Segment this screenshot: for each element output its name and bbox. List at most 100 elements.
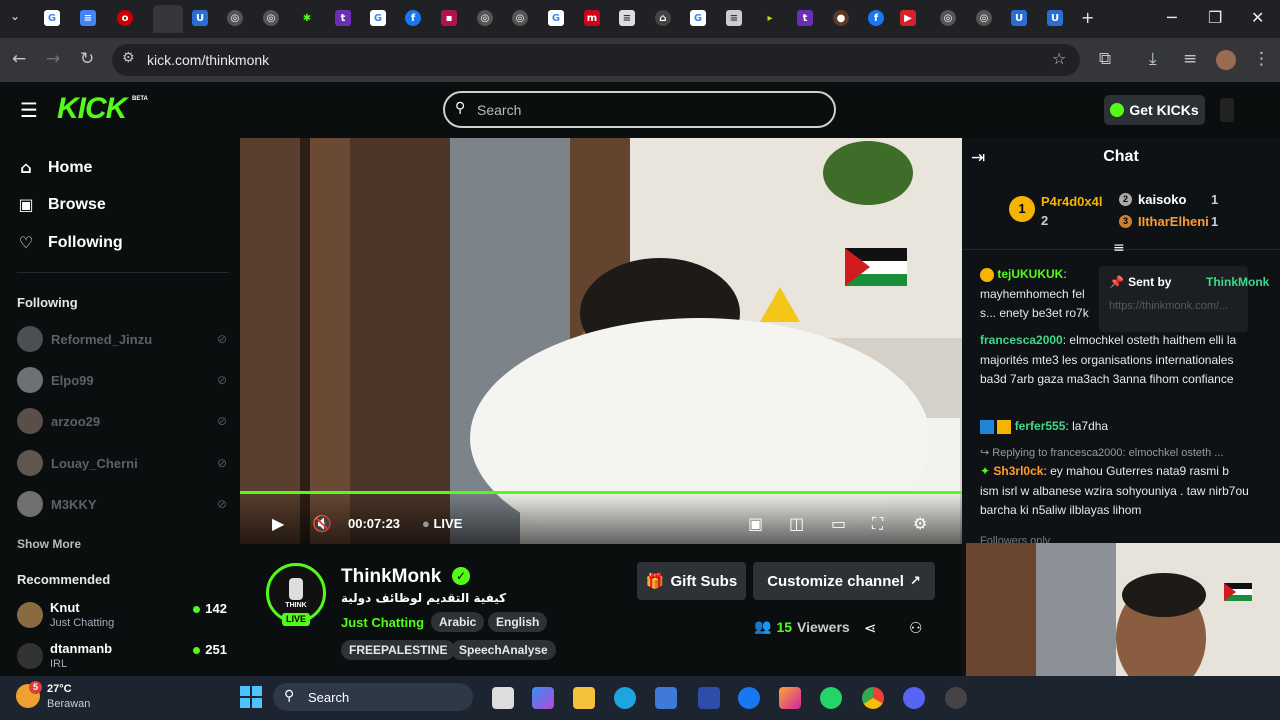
customize-channel-button[interactable]: Customize channel ↗	[753, 562, 935, 600]
filter-icon[interactable]: ≡	[1113, 240, 1125, 256]
file-explorer-icon[interactable]	[573, 687, 595, 709]
chat-username[interactable]: tejUKUKUK	[997, 267, 1063, 281]
address-bar[interactable]: ⚙ kick.com/thinkmonk ☆	[112, 44, 1080, 76]
chat-username[interactable]: francesca2000	[980, 333, 1063, 347]
tab-twitch-icon[interactable]: t	[797, 10, 813, 26]
following-channel[interactable]: arzoo29 ⊘	[17, 407, 227, 435]
instagram-icon[interactable]	[779, 687, 801, 709]
tab-globe-icon[interactable]: ◎	[976, 10, 992, 26]
video-player[interactable]: ▶ 🔇 00:07:23 ● LIVE ▣ ◫ ▭ ⛶ ⚙	[240, 138, 962, 544]
tab-opera-icon[interactable]: o	[117, 10, 133, 26]
tag-speechanalyse[interactable]: SpeechAnalyse	[451, 640, 556, 660]
bookmark-star-icon[interactable]: ☆	[1052, 49, 1066, 68]
pinned-message[interactable]: 📌 Sent by ThinkMonk https://thinkmonk.co…	[1099, 266, 1269, 332]
recommended-channel[interactable]: dtanmanb IRL 251	[17, 641, 227, 677]
tab-puzzle-icon[interactable]: ✱	[299, 10, 315, 26]
clip-icon[interactable]: ◫	[789, 514, 804, 533]
tab-docs-icon[interactable]: ≡	[80, 10, 96, 26]
tab-app-icon[interactable]: ⌂	[655, 10, 671, 26]
following-channel[interactable]: M3KKY ⊘	[17, 490, 227, 518]
mute-icon[interactable]: 🔇	[312, 514, 332, 533]
whatsapp-icon[interactable]	[820, 687, 842, 709]
media-icon[interactable]: ≡	[1183, 49, 1197, 69]
gifter-name[interactable]: kaisoko	[1138, 192, 1186, 207]
pinned-user[interactable]: ThinkMonk	[1206, 275, 1269, 289]
get-kicks-button[interactable]: Get KICKs	[1104, 95, 1205, 125]
sidebar-item-home[interactable]: ⌂ Home	[17, 158, 92, 177]
tab-unobs-icon[interactable]: U	[1047, 10, 1063, 26]
tab-twitch-icon[interactable]: t	[335, 10, 351, 26]
tab-facebook-icon[interactable]: f	[868, 10, 884, 26]
app-l-icon[interactable]	[698, 687, 720, 709]
reload-icon[interactable]: ↻	[80, 49, 94, 69]
following-channel[interactable]: Reformed_Jinzu ⊘	[17, 325, 227, 353]
tab-app-icon[interactable]: ▸	[762, 10, 778, 26]
tab-app-icon[interactable]: m	[584, 10, 600, 26]
close-icon[interactable]: ✕	[1251, 8, 1264, 27]
url-text[interactable]: kick.com/thinkmonk	[147, 52, 269, 68]
minimize-icon[interactable]: ─	[1167, 8, 1177, 27]
tag-english[interactable]: English	[488, 612, 548, 632]
store-icon[interactable]	[655, 687, 677, 709]
tab-youtube-icon[interactable]: ▶	[900, 10, 916, 26]
channel-name[interactable]: ThinkMonk	[341, 566, 441, 588]
task-view-icon[interactable]	[492, 687, 514, 709]
tab-news-icon[interactable]: ≡	[726, 10, 742, 26]
fullscreen-icon[interactable]: ⛶	[872, 514, 883, 534]
tab-globe-icon[interactable]: ◎	[940, 10, 956, 26]
follow-user-icon[interactable]: ⚇	[909, 619, 922, 637]
search-input[interactable]: ⚲ Search	[443, 91, 836, 128]
following-channel[interactable]: Elpo99 ⊘	[17, 366, 227, 394]
tab-google-icon[interactable]: G	[44, 10, 60, 26]
taskbar-search[interactable]: ⚲ Search	[273, 683, 473, 711]
tab-news-icon[interactable]: ≡	[619, 10, 635, 26]
tab-app-icon[interactable]: ●	[833, 10, 849, 26]
tag-arabic[interactable]: Arabic	[431, 612, 485, 632]
facebook-icon[interactable]	[738, 687, 760, 709]
extensions-icon[interactable]: ⧉	[1099, 49, 1111, 69]
obs-icon[interactable]	[945, 687, 967, 709]
pip-icon[interactable]: ▣	[748, 514, 763, 533]
tab-unobs-icon[interactable]: U	[1011, 10, 1027, 26]
settings-gear-icon[interactable]: ⚙	[913, 514, 927, 533]
weather-temp[interactable]: 27°C	[47, 683, 72, 695]
gifter-name[interactable]: IItharElheni	[1138, 214, 1209, 229]
following-channel[interactable]: Louay_Cherni ⊘	[17, 449, 227, 477]
new-tab-icon[interactable]: +	[1081, 8, 1094, 27]
tab-globe-icon[interactable]: ◎	[477, 10, 493, 26]
play-icon[interactable]: ▶	[272, 514, 284, 533]
forward-icon[interactable]: →	[46, 49, 60, 69]
windows-start-icon[interactable]	[240, 686, 262, 708]
share-icon[interactable]: ⋖	[864, 619, 877, 637]
theater-icon[interactable]: ▭	[831, 514, 846, 533]
stream-category[interactable]: Just Chatting	[341, 615, 424, 630]
tab-globe-icon[interactable]: ◎	[263, 10, 279, 26]
pinned-link[interactable]: https://thinkmonk.com/...	[1109, 300, 1228, 312]
show-more-button[interactable]: Show More	[17, 537, 81, 551]
maximize-icon[interactable]: ❐	[1208, 8, 1222, 27]
tab-facebook-icon[interactable]: f	[405, 10, 421, 26]
discord-icon[interactable]	[903, 687, 925, 709]
chat-username[interactable]: Sh3rl0ck	[993, 464, 1043, 478]
chat-username[interactable]: ferfer555	[1015, 419, 1066, 433]
tab-search-icon[interactable]: ⌄	[10, 9, 20, 23]
tab-globe-icon[interactable]: ◎	[512, 10, 528, 26]
top-gifter-name[interactable]: P4r4d0x4l	[1041, 194, 1102, 209]
kick-logo[interactable]: KICK	[57, 92, 127, 126]
site-info-icon[interactable]: ⚙	[122, 50, 135, 66]
user-avatar[interactable]	[1220, 98, 1234, 122]
tab-google-icon[interactable]: G	[548, 10, 564, 26]
tab-app-icon[interactable]: ▪	[441, 10, 457, 26]
edge-icon[interactable]	[614, 687, 636, 709]
download-icon[interactable]: ⤓	[1149, 49, 1157, 69]
gift-subs-button[interactable]: 🎁 Gift Subs	[637, 562, 746, 600]
tab-google-icon[interactable]: G	[370, 10, 386, 26]
tab-globe-icon[interactable]: ◎	[227, 10, 243, 26]
chrome-icon[interactable]	[862, 687, 884, 709]
tag-freepalestine[interactable]: FREEPALESTINE	[341, 640, 456, 660]
hamburger-menu-icon[interactable]: ☰	[20, 98, 38, 122]
back-icon[interactable]: ←	[12, 49, 26, 69]
reply-context[interactable]: ↪ Replying to francesca2000: elmochkel o…	[980, 443, 1250, 464]
tab-unobs-icon[interactable]: U	[192, 10, 208, 26]
menu-icon[interactable]: ⋮	[1253, 49, 1270, 69]
